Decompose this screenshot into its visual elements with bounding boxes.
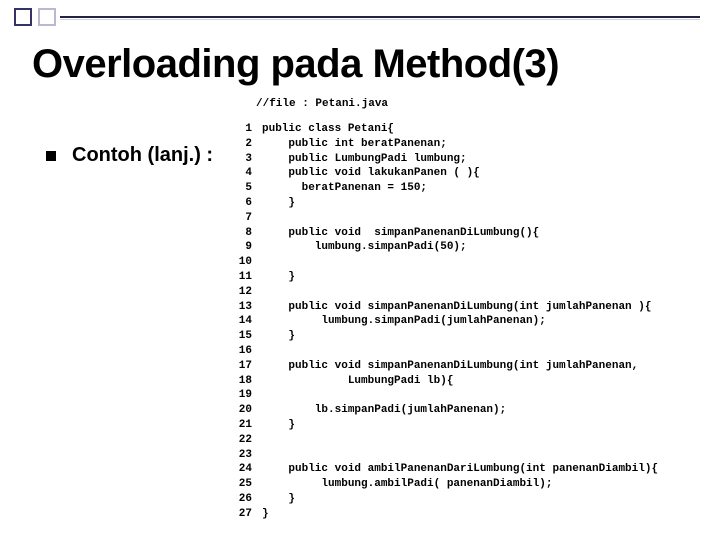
square-icon-light bbox=[38, 8, 56, 26]
divider-line bbox=[60, 16, 700, 18]
slide-decoration bbox=[14, 8, 62, 26]
subtitle-row: Contoh (lanj.) : bbox=[46, 144, 213, 167]
file-comment: //file : Petani.java bbox=[256, 98, 388, 110]
subtitle-text: Contoh (lanj.) : bbox=[72, 144, 213, 167]
bullet-icon bbox=[46, 151, 56, 161]
square-icon bbox=[14, 8, 32, 26]
code-block: 1public class Petani{ 2 public int berat… bbox=[230, 122, 658, 522]
divider-line-light bbox=[60, 19, 700, 20]
slide-title: Overloading pada Method(3) bbox=[32, 42, 559, 87]
